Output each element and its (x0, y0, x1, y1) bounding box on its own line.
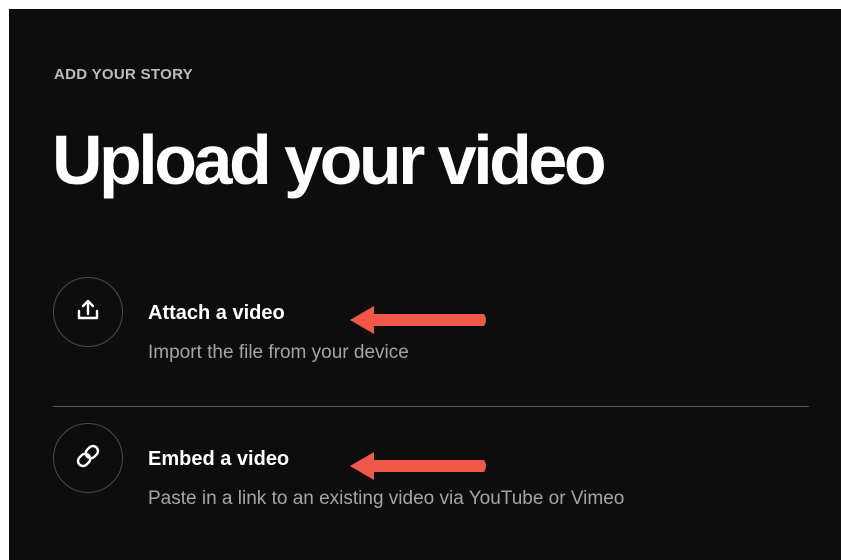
eyebrow-label: ADD YOUR STORY (54, 66, 193, 83)
attach-icon-circle[interactable] (53, 277, 123, 347)
annotation-arrow-attach (350, 306, 486, 334)
upload-panel: ADD YOUR STORY Upload your video Attach … (9, 9, 841, 560)
embed-video-description: Paste in a link to an existing video via… (148, 488, 625, 509)
embed-video-title: Embed a video (148, 448, 290, 470)
upload-icon (75, 297, 101, 328)
link-icon (73, 441, 103, 476)
attach-video-description: Import the file from your device (148, 342, 409, 363)
page-title: Upload your video (52, 121, 607, 199)
attach-video-title: Attach a video (148, 302, 285, 324)
option-divider (53, 406, 809, 407)
annotation-arrow-embed (350, 452, 486, 480)
embed-icon-circle[interactable] (53, 423, 123, 493)
